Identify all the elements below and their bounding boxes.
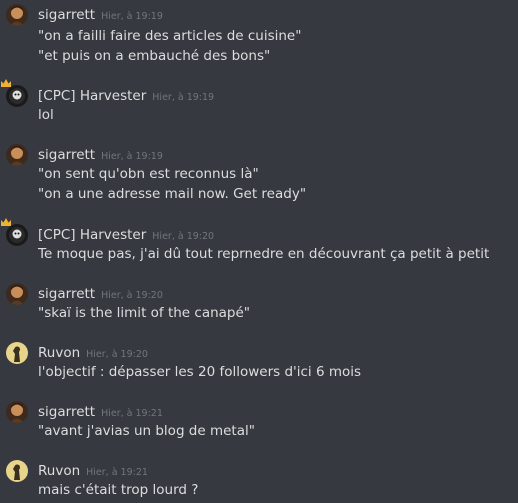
message-text: Te moque pas, j'ai dû tout reprnedre en … [38, 246, 490, 262]
message-timestamp: Hier, à 19:20 [86, 349, 148, 360]
sigarrett-avatar[interactable] [6, 283, 28, 305]
message-header: sigarrett Hier, à 19:21 [38, 401, 163, 421]
message-header: Ruvon Hier, à 19:21 [38, 460, 148, 480]
message-text: "on a failli faire des articles de cuisi… [38, 28, 302, 44]
author-name[interactable]: Ruvon [38, 345, 80, 361]
crown-icon [1, 218, 11, 226]
harvester-avatar[interactable] [6, 85, 28, 107]
message-text: "on a une adresse mail now. Get ready" [38, 186, 307, 202]
sigarrett-avatar[interactable] [6, 401, 28, 423]
message-text: lol [38, 107, 54, 123]
ruvon-avatar[interactable] [6, 342, 28, 364]
sigarrett-avatar[interactable] [6, 144, 28, 166]
message-text: l'objectif : dépasser les 20 followers d… [38, 364, 362, 380]
sigarrett-avatar[interactable] [6, 4, 28, 26]
message-timestamp: Hier, à 19:21 [86, 467, 148, 478]
message-timestamp: Hier, à 19:19 [101, 11, 163, 22]
author-name[interactable]: sigarrett [38, 286, 95, 302]
message-timestamp: Hier, à 19:20 [152, 231, 215, 242]
message-text: "avant j'avias un blog de metal" [38, 423, 255, 439]
ruvon-avatar[interactable] [6, 460, 28, 482]
message-text: mais c'était trop lourd ? [38, 482, 199, 498]
message-header: Ruvon Hier, à 19:20 [38, 342, 148, 362]
message-text: "skaï is the limit of the canapé" [38, 305, 251, 321]
message-header: sigarrett Hier, à 19:20 [38, 283, 163, 303]
author-name[interactable]: Ruvon [38, 463, 80, 479]
message-timestamp: Hier, à 19:19 [101, 151, 163, 162]
message-text: "on sent qu'obn est reconnus là" [38, 166, 259, 182]
message-header: [CPC] Harvester Hier, à 19:19 [38, 85, 214, 105]
message-timestamp: Hier, à 19:19 [152, 92, 215, 103]
harvester-avatar[interactable] [6, 224, 28, 246]
author-name[interactable]: sigarrett [38, 147, 95, 163]
message-header: sigarrett Hier, à 19:19 [38, 4, 163, 24]
crown-icon [1, 79, 11, 87]
chat-log: sigarrett Hier, à 19:19 "on a failli fair… [0, 0, 518, 503]
author-name[interactable]: [CPC] Harvester [38, 227, 146, 243]
message-timestamp: Hier, à 19:20 [101, 290, 163, 301]
message-timestamp: Hier, à 19:21 [101, 408, 163, 419]
author-name[interactable]: sigarrett [38, 7, 95, 23]
author-name[interactable]: sigarrett [38, 404, 95, 420]
message-header: sigarrett Hier, à 19:19 [38, 144, 163, 164]
message-header: [CPC] Harvester Hier, à 19:20 [38, 224, 214, 244]
message-text: "et puis on a embauché des bons" [38, 48, 271, 64]
author-name[interactable]: [CPC] Harvester [38, 88, 146, 104]
